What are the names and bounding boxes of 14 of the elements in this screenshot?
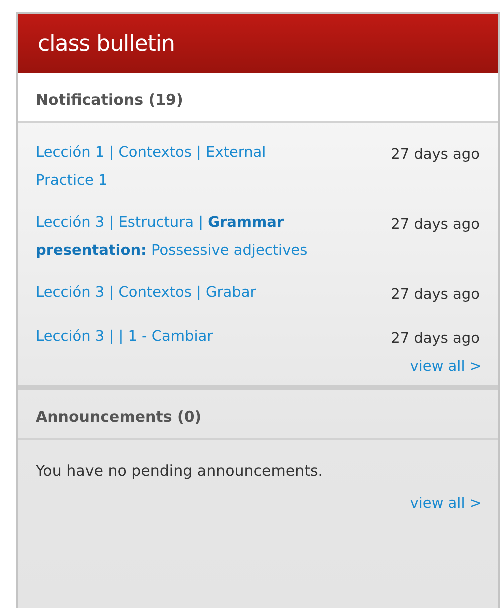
notification-time: 27 days ago [391,330,480,349]
panel-title: class bulletin [18,14,498,73]
section-heading: Notifications (19) [18,73,498,123]
notification-time: 27 days ago [391,146,480,165]
section-heading: Announcements (0) [18,390,498,440]
notification-time: 27 days ago [391,216,480,235]
view-all-link[interactable]: view all > [410,496,482,512]
notification-link[interactable]: Lección 3 | Contextos | Grabar [36,279,326,307]
view-all-link[interactable]: view all > [410,359,482,375]
notification-link[interactable]: Lección 1 | Contextos | External Practice 1 [36,139,326,195]
notification-link[interactable]: Lección 3 | Estructura | Grammar presentation: Possessive adjectives [36,209,326,265]
empty-message: You have no pending announcements. [35,461,324,482]
notification-time: 27 days ago [391,286,480,305]
notification-link[interactable]: Lección 3 | | 1 - Cambiar [36,323,326,351]
